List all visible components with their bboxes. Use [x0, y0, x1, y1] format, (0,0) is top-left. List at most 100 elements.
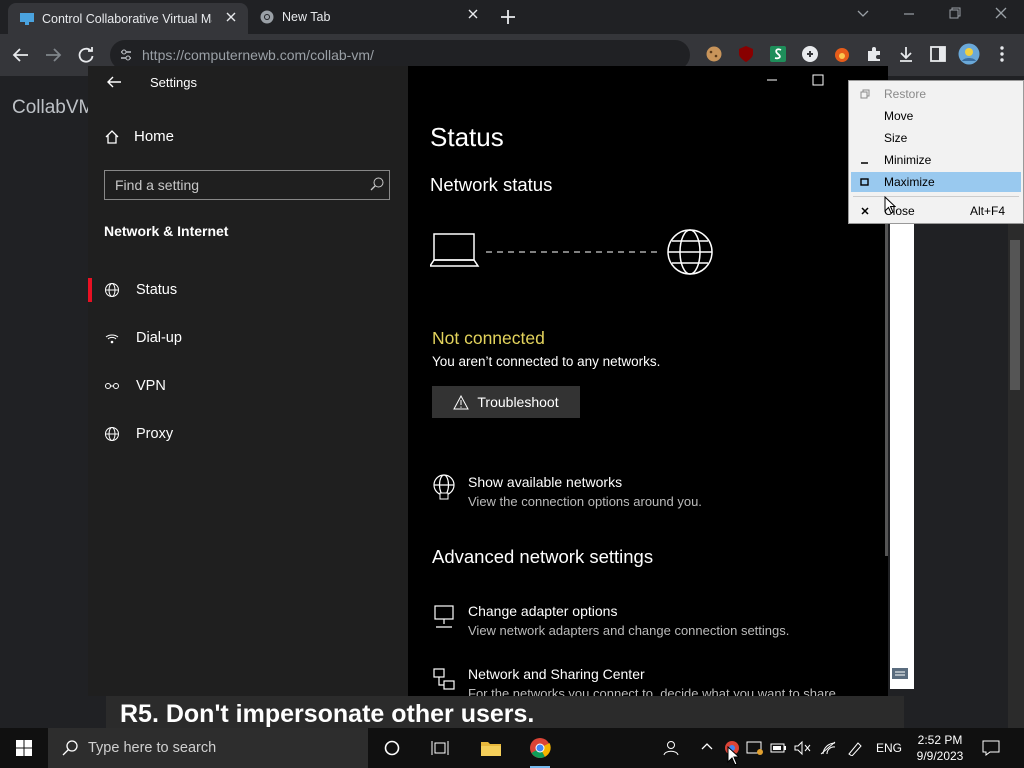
item-title: Change adapter options [468, 603, 618, 619]
chevron-up-icon[interactable] [700, 740, 714, 754]
taskbar-clock[interactable]: 2:52 PM 9/9/2023 [912, 732, 968, 764]
sharing-center-icon [432, 668, 456, 694]
home-label: Home [134, 128, 175, 145]
troubleshoot-button[interactable]: Troubleshoot [432, 386, 580, 418]
forward-icon[interactable] [44, 46, 62, 64]
menu-item-size[interactable]: Size [851, 128, 1021, 148]
section-title: Network & Internet [104, 223, 229, 239]
item-subtitle: For the networks you connect to, decide … [468, 686, 840, 696]
globe-icon [104, 426, 124, 442]
page-scrollbar[interactable] [1010, 240, 1020, 390]
home-link[interactable]: Home [104, 128, 174, 145]
status-description: You aren’t connected to any networks. [432, 354, 661, 369]
minimize-icon[interactable] [902, 6, 916, 20]
sidebar-item-vpn[interactable]: VPN [88, 366, 408, 406]
tab-collabvm[interactable]: Control Collaborative Virtual Mac [8, 3, 248, 34]
defender-icon[interactable] [746, 740, 764, 756]
menu-icon[interactable] [995, 45, 1009, 63]
taskbar-search-input[interactable]: Type here to search [48, 728, 368, 768]
fox-extension-icon[interactable] [833, 45, 851, 63]
keyboard-icon[interactable] [890, 664, 910, 682]
pen-icon[interactable] [846, 740, 864, 756]
chrome-taskbar-icon[interactable] [529, 737, 551, 759]
avatar[interactable] [958, 43, 980, 65]
url-text[interactable]: https://computernewb.com/collab-vm/ [142, 47, 374, 63]
menu-item-label: Maximize [884, 175, 935, 189]
tab-new-tab[interactable]: New Tab [250, 0, 490, 34]
page-title: Status [430, 122, 504, 152]
menu-separator [853, 196, 1019, 197]
sidebar-item-dial-up[interactable]: Dial-up [88, 318, 408, 358]
battery-icon[interactable] [770, 740, 788, 756]
vm-screen[interactable]: Settings Home Find a setting Network & I… [88, 66, 888, 696]
search-icon[interactable] [370, 177, 384, 191]
rule-banner: R5. Don't impersonate other users. [106, 696, 904, 728]
sidebar-item-label: Status [136, 282, 178, 298]
reload-icon[interactable] [77, 46, 95, 64]
menu-item-label: Minimize [884, 153, 932, 167]
search-icon [62, 740, 78, 756]
close-icon[interactable] [226, 12, 236, 22]
item-subtitle: View the connection options around you. [468, 494, 702, 509]
close-icon[interactable] [468, 9, 478, 19]
settings-window-title: Settings [150, 75, 197, 90]
site-info-icon[interactable] [118, 47, 134, 63]
language-indicator[interactable]: ENG [876, 741, 902, 755]
network-globe-icon [432, 474, 456, 500]
wifi-off-icon[interactable] [820, 740, 838, 756]
minimize-icon[interactable] [766, 74, 778, 86]
sidebar-item-proxy[interactable]: Proxy [88, 414, 408, 454]
extension-icon[interactable] [801, 45, 819, 63]
tab-title: New Tab [282, 10, 331, 24]
sidebar-item-status[interactable]: Status [88, 270, 408, 310]
warning-icon [453, 394, 470, 410]
notifications-icon[interactable] [982, 740, 1000, 756]
menu-item-minimize[interactable]: Minimize [851, 150, 1021, 170]
back-icon[interactable] [12, 46, 30, 64]
menu-item-label: Restore [884, 87, 927, 101]
advanced-settings-heading: Advanced network settings [432, 546, 654, 567]
tab-title: Control Collaborative Virtual Mac [42, 11, 212, 26]
new-tab-button[interactable] [498, 7, 518, 27]
settings-content: Status Network status Not connected You … [408, 66, 888, 696]
maximize-icon [860, 177, 870, 187]
close-icon [860, 206, 870, 216]
laptop-icon [430, 233, 480, 267]
mouse-cursor-icon [727, 746, 739, 766]
find-setting-input[interactable]: Find a setting [104, 170, 390, 200]
side-panel-icon[interactable] [929, 45, 947, 63]
page-heading: CollabVM [12, 97, 95, 118]
restore-icon [860, 89, 870, 99]
menu-item-label: Move [884, 109, 914, 123]
maximize-icon[interactable] [812, 74, 824, 86]
puzzle-icon[interactable] [865, 45, 883, 63]
menu-item-restore[interactable]: Restore [851, 84, 1021, 104]
vpn-icon [104, 378, 124, 394]
network-diagram [430, 226, 730, 280]
ublock-extension-icon[interactable] [737, 45, 755, 63]
menu-item-close[interactable]: Close Alt+F4 [851, 201, 1021, 221]
vm-edge-strip [890, 224, 914, 689]
close-icon[interactable] [994, 6, 1008, 20]
menu-item-move[interactable]: Move [851, 106, 1021, 126]
back-arrow-icon[interactable] [106, 74, 122, 90]
task-view-icon[interactable] [431, 740, 449, 756]
troubleshoot-label: Troubleshoot [477, 394, 559, 410]
start-button[interactable] [0, 728, 48, 768]
file-explorer-icon[interactable] [480, 738, 502, 758]
restore-icon[interactable] [948, 6, 962, 20]
people-icon[interactable] [662, 740, 680, 756]
download-icon[interactable] [897, 45, 915, 63]
chevron-down-icon[interactable] [856, 6, 870, 20]
cookie-extension-icon[interactable] [705, 45, 723, 63]
adapter-icon [432, 605, 456, 629]
sidebar-item-label: VPN [136, 378, 166, 394]
status-text: Not connected [432, 328, 545, 348]
volume-muted-icon[interactable] [794, 740, 812, 756]
menu-item-maximize[interactable]: Maximize [851, 172, 1021, 192]
item-title: Show available networks [468, 474, 623, 490]
item-title: Network and Sharing Center [468, 666, 645, 682]
stylus-extension-icon[interactable] [769, 45, 787, 63]
cortana-icon[interactable] [384, 740, 400, 756]
item-subtitle: View network adapters and change connect… [468, 623, 790, 638]
